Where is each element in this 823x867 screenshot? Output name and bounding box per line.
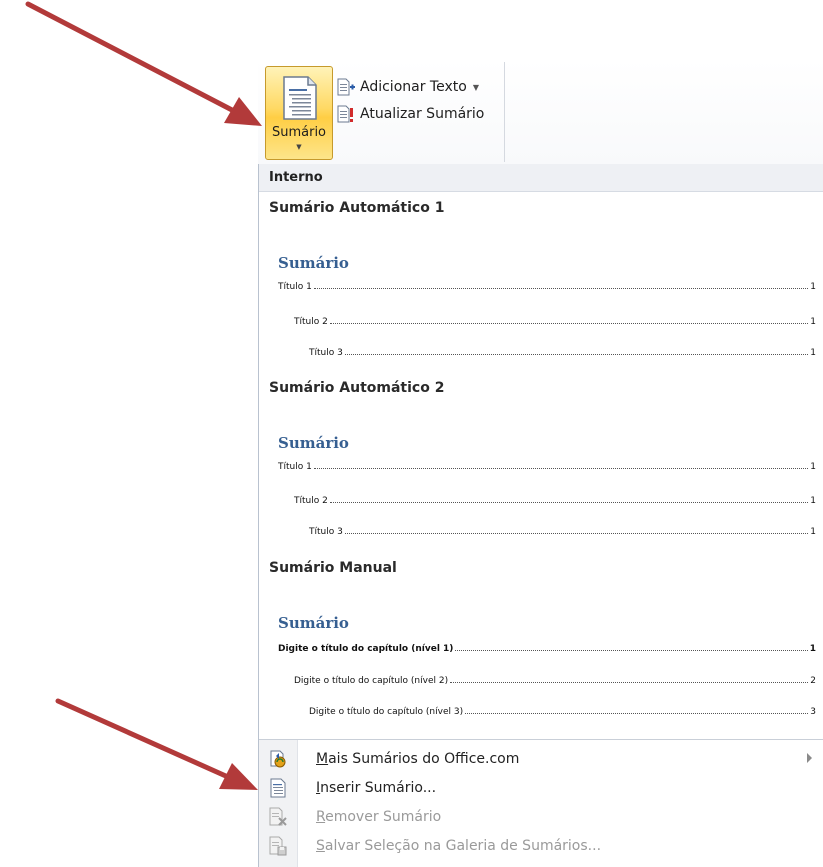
annotation-arrow-bottom — [55, 698, 258, 790]
annotation-arrows — [25, 1, 262, 790]
annotation-arrow-top — [25, 1, 262, 126]
